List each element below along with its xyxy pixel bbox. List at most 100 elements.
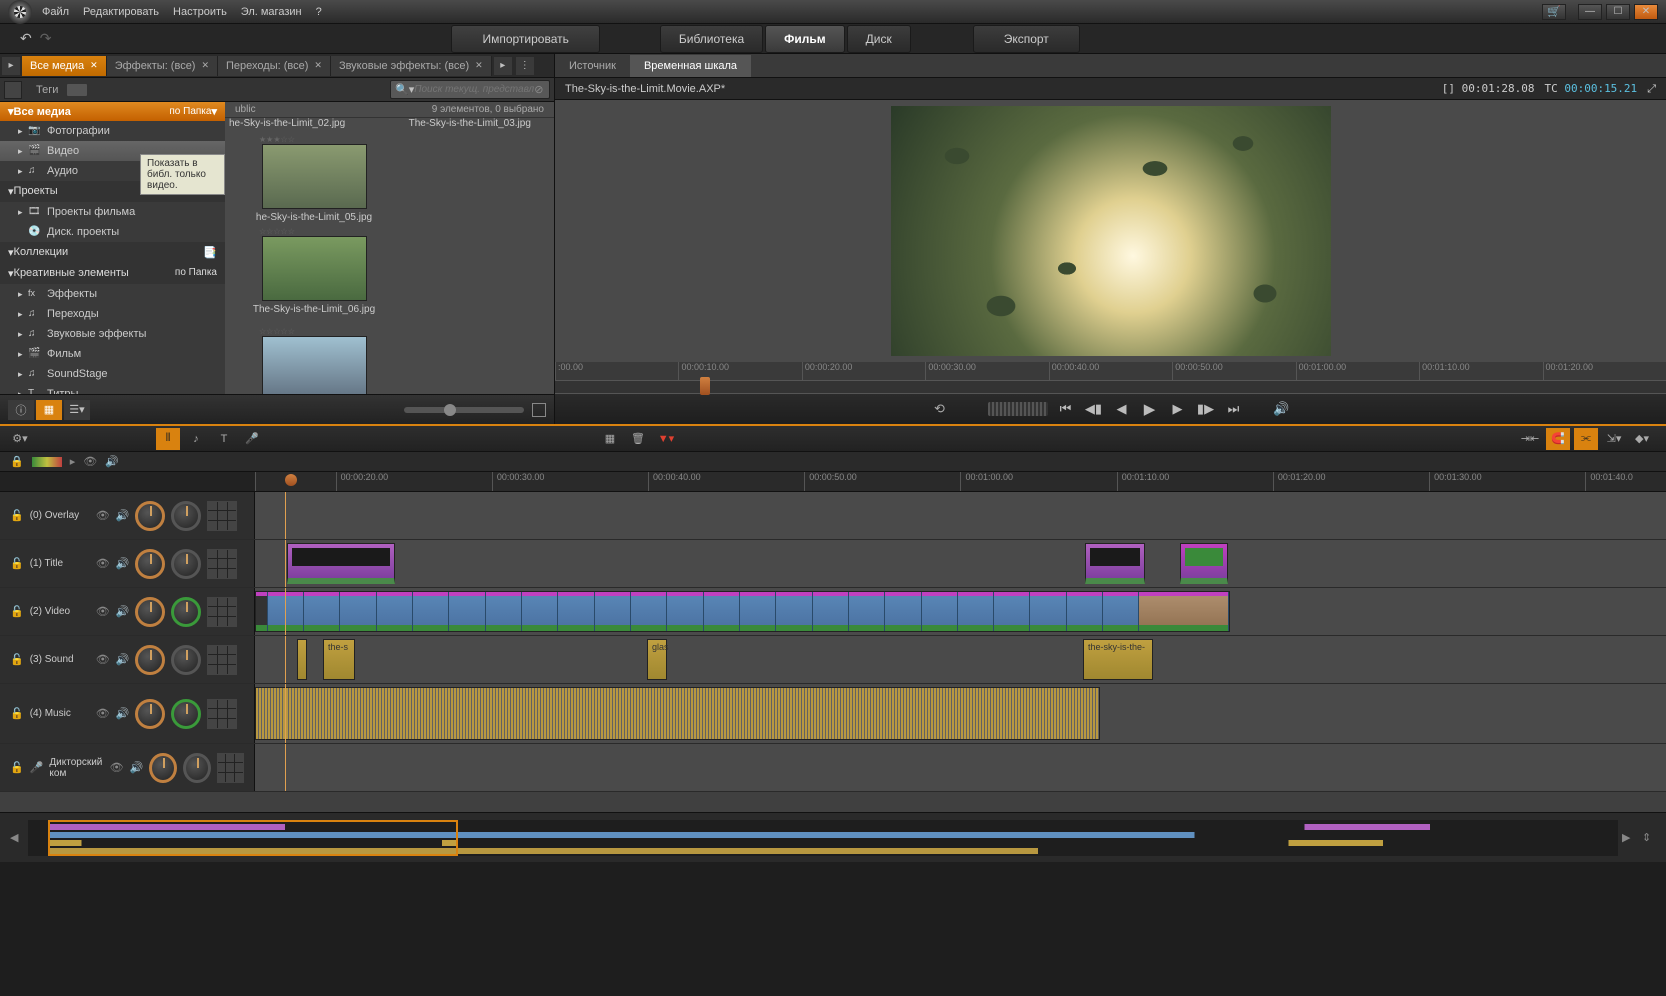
speaker-icon[interactable]: 🔊 xyxy=(130,761,144,774)
play-back-icon[interactable]: ◀ xyxy=(1112,401,1132,417)
list-view-icon[interactable]: ☰▾ xyxy=(64,400,90,420)
scorefitter-icon[interactable]: ♪ xyxy=(184,428,208,450)
lock-icon[interactable]: 🔓 xyxy=(10,557,24,570)
play-fwd-icon[interactable]: ▶ xyxy=(1168,401,1188,417)
voiceover-icon[interactable]: 🎤 xyxy=(240,428,264,450)
tags-toggle[interactable] xyxy=(66,83,88,97)
pan-knob[interactable] xyxy=(171,699,201,729)
volume-knob[interactable] xyxy=(135,597,165,627)
settings-icon[interactable]: ⚙▾ xyxy=(8,428,32,450)
title-clip[interactable] xyxy=(1180,543,1228,584)
surround-icon[interactable] xyxy=(207,549,237,579)
pan-knob[interactable] xyxy=(171,549,201,579)
library-mode[interactable]: Библиотека xyxy=(660,25,763,53)
speaker-icon[interactable]: 🔊 xyxy=(116,605,130,618)
sound-clip[interactable] xyxy=(297,639,307,680)
eye-icon[interactable]: 👁 xyxy=(96,605,110,618)
volume-knob[interactable] xyxy=(135,501,165,531)
collection-icon[interactable]: 📑 xyxy=(203,246,217,259)
marker-icon[interactable]: ▼▾ xyxy=(654,428,678,450)
tree-item-soundstage[interactable]: ▸SoundStage xyxy=(0,364,225,384)
step-back-icon[interactable]: ◀▮ xyxy=(1084,401,1104,417)
eye-icon[interactable]: 👁 xyxy=(96,653,110,666)
tree-section-collections[interactable]: ▾ Коллекции📑 xyxy=(0,242,225,263)
mixer-tool-icon[interactable]: ⫴ xyxy=(156,428,180,450)
overview-track[interactable] xyxy=(28,820,1618,856)
expand-icon[interactable]: ▸ xyxy=(70,455,76,468)
lib-nav-toggle[interactable]: ▸ xyxy=(2,57,20,75)
surround-icon[interactable] xyxy=(207,597,237,627)
play-icon[interactable]: ▶ xyxy=(1140,400,1160,418)
menu-edit[interactable]: Редактировать xyxy=(83,6,159,18)
rating-stars[interactable]: ★★★☆☆ xyxy=(259,135,295,144)
step-fwd-icon[interactable]: ▮▶ xyxy=(1196,401,1216,417)
import-button[interactable]: Импортировать xyxy=(451,25,599,53)
track-body[interactable] xyxy=(255,684,1666,743)
disc-mode[interactable]: Диск xyxy=(847,25,911,53)
eye-icon[interactable]: 👁 xyxy=(83,455,97,468)
speaker-icon[interactable]: 🔊 xyxy=(116,509,130,522)
source-tab[interactable]: Источник xyxy=(555,55,630,77)
lock-icon[interactable]: 🔓 xyxy=(10,707,24,720)
thumbnail-zoom-slider[interactable] xyxy=(404,407,524,413)
menu-file[interactable]: Файл xyxy=(42,6,69,18)
track-body[interactable] xyxy=(255,744,1666,791)
tree-section-creative[interactable]: ▾ Креативные элементыпо Папка xyxy=(0,263,225,284)
thumbnail-item[interactable]: ☆☆☆☆☆ he-Sky-is-the-Limit_08.jpg xyxy=(229,327,399,394)
movie-mode[interactable]: Фильм xyxy=(765,25,845,53)
title-tool-icon[interactable]: T xyxy=(212,428,236,450)
pan-knob[interactable] xyxy=(183,753,211,783)
close-button[interactable]: ✕ xyxy=(1634,4,1658,20)
goto-end-icon[interactable]: ⏭ xyxy=(1224,401,1244,417)
lock-icon[interactable]: 🔒 xyxy=(10,455,24,468)
volume-knob[interactable] xyxy=(135,699,165,729)
undo-icon[interactable]: ↶ xyxy=(20,30,32,47)
lock-icon[interactable]: 🔓 xyxy=(10,509,24,522)
tree-header-all-media[interactable]: ▾ Все медиа по Папка ▾ xyxy=(0,102,225,121)
title-clip[interactable] xyxy=(287,543,395,584)
rating-stars[interactable]: ☆☆☆☆☆ xyxy=(259,327,295,336)
thumbnail-item[interactable]: ☆☆☆☆☆ The-Sky-is-the-Limit_06.jpg xyxy=(229,227,399,315)
info-view-icon[interactable]: ⓘ xyxy=(8,400,34,420)
rating-stars[interactable]: ☆☆☆☆☆ xyxy=(259,227,295,236)
track-body[interactable] xyxy=(255,588,1666,635)
grid-view-icon[interactable]: ▦ xyxy=(36,400,62,420)
title-clip[interactable] xyxy=(1085,543,1145,584)
tree-item-transitions[interactable]: ▸Переходы xyxy=(0,304,225,324)
volume-knob[interactable] xyxy=(149,753,177,783)
clear-search-icon[interactable]: ⊘ xyxy=(534,83,543,96)
lib-menu-icon[interactable]: ⋮ xyxy=(516,57,534,75)
lock-icon[interactable]: 🔓 xyxy=(10,653,24,666)
volume-knob[interactable] xyxy=(135,645,165,675)
tree-item-disc-projects[interactable]: Диск. проекты xyxy=(0,222,225,242)
surround-icon[interactable] xyxy=(207,645,237,675)
pan-knob[interactable] xyxy=(171,645,201,675)
tree-item-movie-templates[interactable]: ▸Фильм xyxy=(0,344,225,364)
lib-tab-transitions[interactable]: Переходы: (все)✕ xyxy=(218,56,331,76)
sound-clip[interactable]: glas xyxy=(647,639,667,680)
lib-tab-effects[interactable]: Эффекты: (все)✕ xyxy=(107,56,218,76)
tree-item-effects[interactable]: ▸Эффекты xyxy=(0,284,225,304)
speaker-icon[interactable]: 🔊 xyxy=(116,557,130,570)
tree-item-titles[interactable]: ▸Титры xyxy=(0,384,225,394)
sound-clip[interactable]: the-s xyxy=(323,639,355,680)
eye-icon[interactable]: 👁 xyxy=(110,761,124,774)
export-button[interactable]: Экспорт xyxy=(973,25,1080,53)
volume-knob[interactable] xyxy=(135,549,165,579)
surround-icon[interactable] xyxy=(207,699,237,729)
eye-icon[interactable]: 👁 xyxy=(96,707,110,720)
trash-icon[interactable]: 🗑 xyxy=(626,428,650,450)
maximize-button[interactable]: ☐ xyxy=(1606,4,1630,20)
speaker-icon[interactable]: 🔊 xyxy=(116,653,130,666)
goto-start-icon[interactable]: ⏮ xyxy=(1056,401,1076,417)
pan-knob[interactable] xyxy=(171,501,201,531)
tree-item-movie-projects[interactable]: ▸Проекты фильма xyxy=(0,202,225,222)
eye-icon[interactable]: 👁 xyxy=(96,557,110,570)
track-body[interactable]: the-s glas the-sky-is-the- xyxy=(255,636,1666,683)
search-input[interactable] xyxy=(414,84,534,95)
video-clip[interactable] xyxy=(255,591,1230,632)
timeline-tab[interactable]: Временная шкала xyxy=(630,55,751,77)
timeline-ruler[interactable]: 00:00:20.00 00:00:30.00 00:00:40.00 00:0… xyxy=(0,472,1666,492)
eye-icon[interactable]: 👁 xyxy=(96,509,110,522)
redo-icon[interactable]: ↷ xyxy=(40,30,52,47)
